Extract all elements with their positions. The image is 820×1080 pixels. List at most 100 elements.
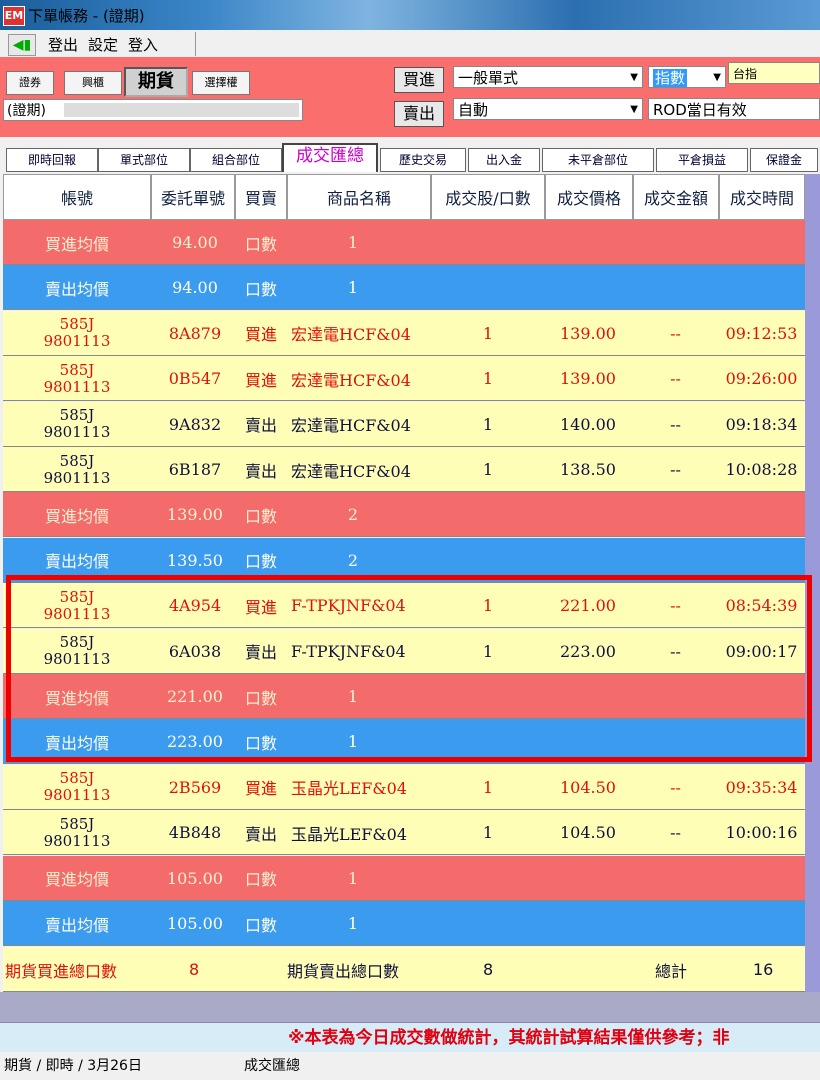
qty-cell: 1 [482, 641, 494, 661]
sell-button[interactable]: 賣出 [394, 101, 444, 127]
order-no-cell: 8A879 [168, 323, 222, 343]
average-label: 買進均價 [44, 506, 109, 526]
average-label: 賣出均價 [44, 733, 109, 753]
menu-settings[interactable]: 設定 [84, 34, 122, 55]
grand-total-value: 16 [753, 960, 774, 979]
sell-total-label: 期貨賣出總口數 [287, 961, 400, 981]
order-type-select[interactable]: 一般單式 ▼ [453, 66, 643, 88]
index-name-field[interactable]: 台指 [728, 62, 820, 84]
column-header-amount[interactable]: 成交金額 [633, 174, 719, 220]
column-header-price[interactable]: 成交價格 [545, 174, 633, 220]
order-type-value: 一般單式 [458, 69, 519, 87]
market-futures-button[interactable]: 期貨 [124, 67, 188, 97]
tab-pnl[interactable]: 平倉損益 [656, 148, 748, 172]
product-cell: F-TPKJNF&04 [291, 641, 406, 661]
tab-realtime[interactable]: 即時回報 [6, 148, 98, 172]
order-no-cell: 0B547 [168, 369, 222, 389]
average-label: 賣出均價 [44, 915, 109, 935]
price-cell: 104.50 [560, 823, 616, 843]
account-number: 9801113 [43, 332, 111, 351]
column-header-order-no[interactable]: 委託單號 [151, 174, 235, 220]
sell-average-row[interactable]: 賣出均價 223.00 口數 1 [3, 719, 805, 765]
qty-cell: 1 [482, 369, 494, 389]
window-title: 下單帳務 - (證期) [28, 7, 145, 25]
account-branch: 585J [59, 814, 95, 833]
market-securities-button[interactable]: 證券 [6, 71, 54, 95]
column-header-account[interactable]: 帳號 [3, 174, 151, 220]
tab-combo-position[interactable]: 組合部位 [190, 148, 282, 172]
amount-cell: -- [670, 777, 681, 797]
product-cell: F-TPKJNF&04 [291, 596, 406, 616]
price-cell: 223.00 [560, 641, 616, 661]
table-row[interactable]: 585J 9801113 6A038 賣出 F-TPKJNF&04 1 223.00 -- 09… [3, 628, 805, 674]
totals-row: 期貨買進總口數 8 期貨賣出總口數 8 總計 16 [3, 947, 805, 992]
buy-average-row[interactable]: 買進均價 221.00 口數 1 [3, 674, 805, 719]
order-no-cell: 2B569 [168, 777, 222, 797]
qty-cell: 1 [482, 596, 494, 616]
column-header-qty[interactable]: 成交股/口數 [431, 174, 545, 220]
column-header-side[interactable]: 買賣 [235, 174, 287, 220]
grand-total-label: 總計 [655, 961, 688, 981]
qty-cell: 1 [482, 777, 494, 797]
column-header-product[interactable]: 商品名稱 [287, 174, 431, 220]
account-cell: 585J 9801113 [3, 629, 151, 674]
side-cell: 買進 [244, 779, 277, 799]
buy-button[interactable]: 買進 [394, 67, 444, 93]
lot-count: 2 [347, 550, 359, 570]
table-row[interactable]: 585J 9801113 0B547 買進 宏達電HCF&04 1 139.00 -- 09:2… [3, 356, 805, 402]
buy-average-row[interactable]: 買進均價 94.00 口數 1 [3, 220, 805, 265]
sell-average-row[interactable]: 賣出均價 139.50 口數 2 [3, 537, 805, 583]
amount-cell: -- [670, 414, 681, 434]
buy-average-row[interactable]: 買進均價 105.00 口數 1 [3, 855, 805, 901]
account-cell: 585J 9801113 [3, 402, 151, 447]
market-emerging-button[interactable]: 興櫃 [64, 71, 122, 95]
qty-cell: 1 [482, 323, 494, 343]
unit-label: 口數 [244, 733, 277, 753]
sell-average-row[interactable]: 賣出均價 94.00 口數 1 [3, 265, 805, 311]
table-row[interactable]: 585J 9801113 9A832 賣出 宏達電HCF&04 1 140.00 -- 09:1… [3, 401, 805, 447]
market-options-button[interactable]: 選擇權 [192, 71, 250, 95]
vertical-scrollbar[interactable] [805, 174, 820, 992]
tab-trade-summary[interactable]: 成交匯總 [282, 143, 378, 172]
table-row[interactable]: 585J 9801113 2B569 買進 玉晶光LEF&04 1 104.50 -- 09:3… [3, 764, 805, 810]
account-select[interactable]: (證期) [3, 99, 303, 121]
sell-average-row[interactable]: 賣出均價 105.00 口數 1 [3, 901, 805, 946]
menu-logout[interactable]: 登出 [44, 34, 82, 55]
validity-select[interactable]: ROD當日有效 [648, 98, 820, 120]
tab-history[interactable]: 歷史交易 [380, 148, 466, 172]
tab-margin[interactable]: 保證金 [750, 148, 818, 172]
qty-cell: 1 [482, 823, 494, 843]
buy-total-value: 8 [189, 960, 200, 979]
table-row[interactable]: 585J 9801113 6B187 賣出 宏達電HCF&04 1 138.50 -- 10:0… [3, 447, 805, 492]
menu-login[interactable]: 登入 [124, 34, 162, 55]
column-header-time[interactable]: 成交時間 [719, 174, 805, 220]
account-cell: 585J 9801113 [3, 447, 151, 492]
order-no-cell: 4A954 [168, 596, 222, 616]
table-row[interactable]: 585J 9801113 4A954 買進 F-TPKJNF&04 1 221.00 -- 08… [3, 583, 805, 629]
price-cell: 140.00 [560, 414, 616, 434]
menu-bar: ◀▮ 登出 設定 登入 [0, 30, 820, 58]
chevron-down-icon: ▼ [713, 72, 721, 83]
amount-cell: -- [670, 596, 681, 616]
buy-average-row[interactable]: 買進均價 139.00 口數 2 [3, 492, 805, 538]
account-branch: 585J [59, 315, 95, 334]
qty-cell: 1 [482, 460, 494, 479]
average-price: 94.00 [172, 278, 218, 298]
tab-open-position[interactable]: 未平倉部位 [542, 148, 654, 172]
table-row[interactable]: 585J 9801113 8A879 買進 宏達電HCF&04 1 139.00 -- 09:1… [3, 310, 805, 356]
tab-deposit[interactable]: 出入金 [468, 148, 540, 172]
index-type-select[interactable]: 指數 ▼ [648, 66, 726, 88]
auto-select[interactable]: 自動 ▼ [453, 98, 643, 120]
tab-single-position[interactable]: 單式部位 [98, 148, 190, 172]
pin-icon[interactable]: ◀▮ [8, 34, 36, 56]
table-row[interactable]: 585J 9801113 4B848 賣出 玉晶光LEF&04 1 104.50 -- 10:0… [3, 810, 805, 856]
account-number: 9801113 [43, 604, 111, 623]
time-cell: 09:00:17 [725, 641, 798, 661]
average-price: 105.00 [167, 868, 223, 888]
lot-count: 1 [347, 278, 359, 298]
account-cell: 585J 9801113 [3, 583, 151, 628]
account-masked [64, 103, 299, 117]
side-cell: 買進 [244, 370, 277, 390]
side-cell: 買進 [244, 325, 277, 345]
product-cell: 玉晶光LEF&04 [291, 824, 408, 844]
